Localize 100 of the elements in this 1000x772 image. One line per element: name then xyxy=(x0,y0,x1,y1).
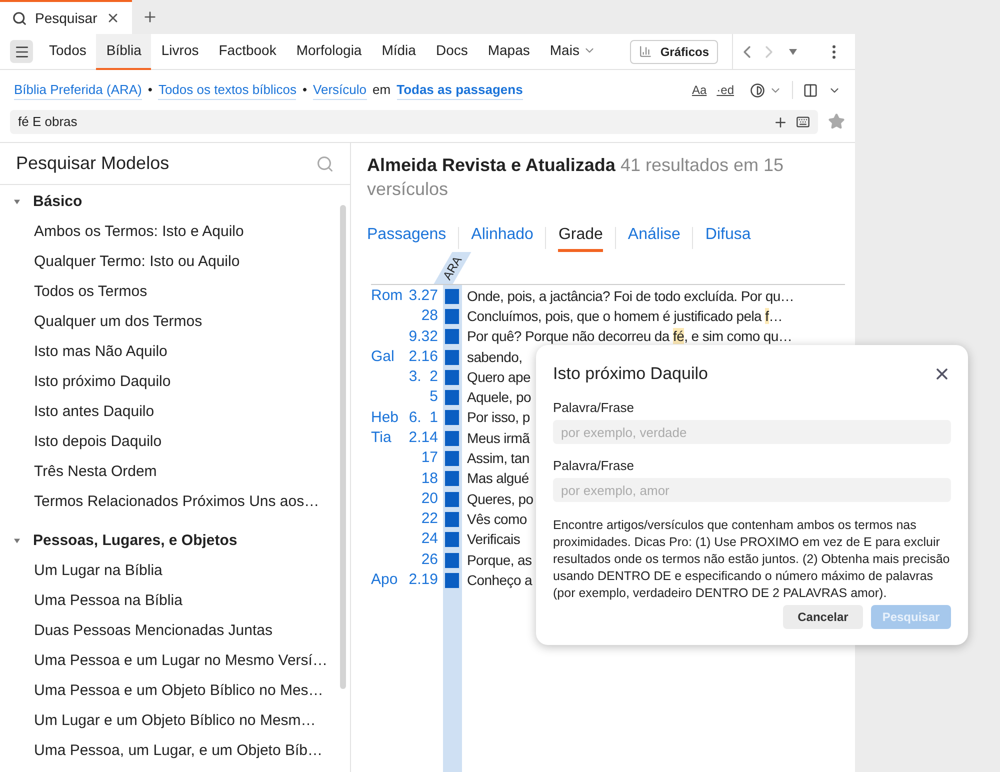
verse-ref[interactable]: 22 xyxy=(421,508,438,531)
close-icon[interactable] xyxy=(106,11,120,25)
verse-ref[interactable]: 28 xyxy=(421,305,438,328)
columns-icon[interactable] xyxy=(803,82,818,98)
contrast-icon[interactable] xyxy=(750,82,765,98)
verse-ref[interactable]: 2.19 xyxy=(408,569,438,592)
verse-ref[interactable]: 6. 1 xyxy=(408,406,438,430)
template-item[interactable]: Três Nesta Ordem xyxy=(0,457,350,487)
verse-text[interactable]: Por isso, p xyxy=(467,407,530,428)
verse-ref[interactable]: 26 xyxy=(421,548,438,572)
text-format-button[interactable]: Aa xyxy=(692,81,707,99)
verse-ref[interactable]: 2.14 xyxy=(408,426,438,450)
nav-tab[interactable]: Todos xyxy=(39,34,96,70)
verse-ref[interactable]: 9.32 xyxy=(408,326,438,348)
template-item[interactable]: Ambos os Termos: Isto e Aquilo xyxy=(0,217,350,247)
keyboard-icon[interactable] xyxy=(796,115,810,129)
separator-dot: • xyxy=(302,81,308,100)
nav-tab[interactable]: Docs xyxy=(426,34,478,70)
scope-text: em xyxy=(372,81,391,100)
book-name[interactable]: Tia xyxy=(371,426,392,450)
template-item[interactable]: Uma Pessoa, um Lugar, e um Objeto Bíb… xyxy=(0,736,350,766)
scope-link[interactable]: Versículo xyxy=(313,80,367,100)
template-item[interactable]: Termos Relacionados Próximos Uns aos… xyxy=(0,487,350,517)
nav-tab[interactable]: Bíblia xyxy=(96,34,152,70)
add-icon[interactable] xyxy=(773,114,788,130)
nav-tab[interactable]: Mídia xyxy=(372,34,426,70)
scrollbar-thumb[interactable] xyxy=(340,205,346,689)
verse-ref[interactable]: 17 xyxy=(421,447,438,470)
verse-ref[interactable]: 18 xyxy=(421,468,438,490)
text-field[interactable]: por exemplo, amor xyxy=(553,478,951,502)
view-tab[interactable]: Grade xyxy=(558,223,603,252)
dialog-title: Isto próximo Daquilo xyxy=(553,363,708,385)
scope-link[interactable]: Todos os textos bíblicos xyxy=(158,80,296,100)
template-item[interactable]: Isto mas Não Aquilo xyxy=(0,337,350,367)
dialog-button[interactable]: Cancelar xyxy=(783,605,863,629)
hit-marker xyxy=(445,329,459,344)
group-header[interactable]: Básico xyxy=(0,187,350,217)
verse-ref[interactable]: 24 xyxy=(421,528,438,551)
search-icon xyxy=(12,10,27,26)
template-item[interactable]: Qualquer um dos Termos xyxy=(0,307,350,337)
nav-tab[interactable]: Factbook xyxy=(208,34,286,70)
view-tab[interactable]: Análise xyxy=(628,223,680,252)
template-item[interactable]: Isto antes Daquilo xyxy=(0,397,350,427)
charts-button[interactable]: Gráficos xyxy=(630,40,718,64)
nav-tab[interactable]: Livros xyxy=(151,34,209,70)
verse-text[interactable]: Assim, tan xyxy=(467,448,530,470)
hit-marker xyxy=(445,572,459,588)
new-tab-icon[interactable] xyxy=(142,9,158,25)
verse-text[interactable]: sabendo, xyxy=(467,346,522,368)
verse-ref[interactable]: 2.16 xyxy=(408,346,438,368)
nav-tab[interactable]: Morfologia xyxy=(286,34,372,70)
template-item[interactable]: Todos os Termos xyxy=(0,277,350,307)
text-field[interactable]: por exemplo, verdade xyxy=(553,420,951,444)
template-item[interactable]: Uma Pessoa e um Objeto Bíblico no Mes… xyxy=(0,676,350,706)
book-name[interactable]: Apo xyxy=(371,569,398,592)
scope-link[interactable]: Todas as passagens xyxy=(396,80,523,100)
book-name[interactable]: Gal xyxy=(371,346,394,368)
hit-marker xyxy=(445,390,459,406)
verse-text[interactable]: Porque, as xyxy=(467,550,532,571)
verse-text[interactable]: Aquele, po xyxy=(467,387,531,408)
template-item[interactable]: Um Lugar na Bíblia xyxy=(0,556,350,586)
book-name[interactable]: Rom xyxy=(371,284,403,308)
verse-text[interactable]: Por quê? Porque não decorreu da fé, e sim como qu… xyxy=(467,326,792,348)
verse-text[interactable]: Conheço a xyxy=(467,570,532,591)
template-item[interactable]: Qualquer Termo: Isto ou Aquilo xyxy=(0,247,350,277)
book-name[interactable]: Heb xyxy=(371,406,399,430)
view-tab[interactable]: Difusa xyxy=(705,223,751,252)
template-item[interactable]: Uma Pessoa na Bíblia xyxy=(0,586,350,616)
bar-chart-icon xyxy=(639,45,652,58)
verse-ref[interactable]: 20 xyxy=(421,488,438,510)
verse-text[interactable]: Queres, po xyxy=(467,488,534,510)
verse-text[interactable]: Quero ape xyxy=(467,366,530,388)
text-format-button[interactable]: ·ed xyxy=(716,81,734,99)
verse-text[interactable]: Onde, pois, a jactância? Foi de todo excluída. Por qu… xyxy=(467,286,794,307)
verse-text[interactable]: Vês como xyxy=(467,508,527,530)
verse-text[interactable]: Concluímos, pois, que o homem é justificado pela f… xyxy=(467,306,782,327)
template-item[interactable]: Isto próximo Daquilo xyxy=(0,367,350,397)
verse-text[interactable]: Verificais xyxy=(467,529,520,550)
verse-text[interactable]: Mas algué xyxy=(467,468,529,490)
star-icon[interactable] xyxy=(828,113,845,130)
verse-ref[interactable]: 3. 2 xyxy=(408,366,438,389)
group-header[interactable]: Pessoas, Lugares, e Objetos xyxy=(0,526,350,556)
caret-icon xyxy=(789,48,797,54)
search-field[interactable]: fé E obras xyxy=(18,112,773,132)
search-bar[interactable]: fé E obras xyxy=(10,110,818,134)
view-tab[interactable]: Passagens xyxy=(367,223,446,252)
template-item[interactable]: Duas Pessoas Mencionadas Juntas xyxy=(0,616,350,646)
menu-button[interactable] xyxy=(10,40,33,63)
scope-link[interactable]: Bíblia Preferida (ARA) xyxy=(14,80,142,100)
nav-tab[interactable]: Mais xyxy=(540,34,606,70)
template-item[interactable]: Uma Pessoa e um Lugar no Mesmo Versí… xyxy=(0,646,350,676)
hit-marker xyxy=(445,532,459,548)
verse-text[interactable]: Meus irmã xyxy=(467,428,530,449)
template-item[interactable]: Isto depois Daquilo xyxy=(0,427,350,457)
template-item[interactable]: Um Lugar e um Objeto Bíblico no Mesm… xyxy=(0,706,350,736)
search-tab[interactable]: Pesquisar xyxy=(0,0,132,34)
nav-tab[interactable]: Mapas xyxy=(478,34,540,70)
view-tab[interactable]: Alinhado xyxy=(471,223,534,252)
verse-ref[interactable]: 3.27 xyxy=(408,284,438,308)
verse-ref[interactable]: 5 xyxy=(430,386,438,409)
